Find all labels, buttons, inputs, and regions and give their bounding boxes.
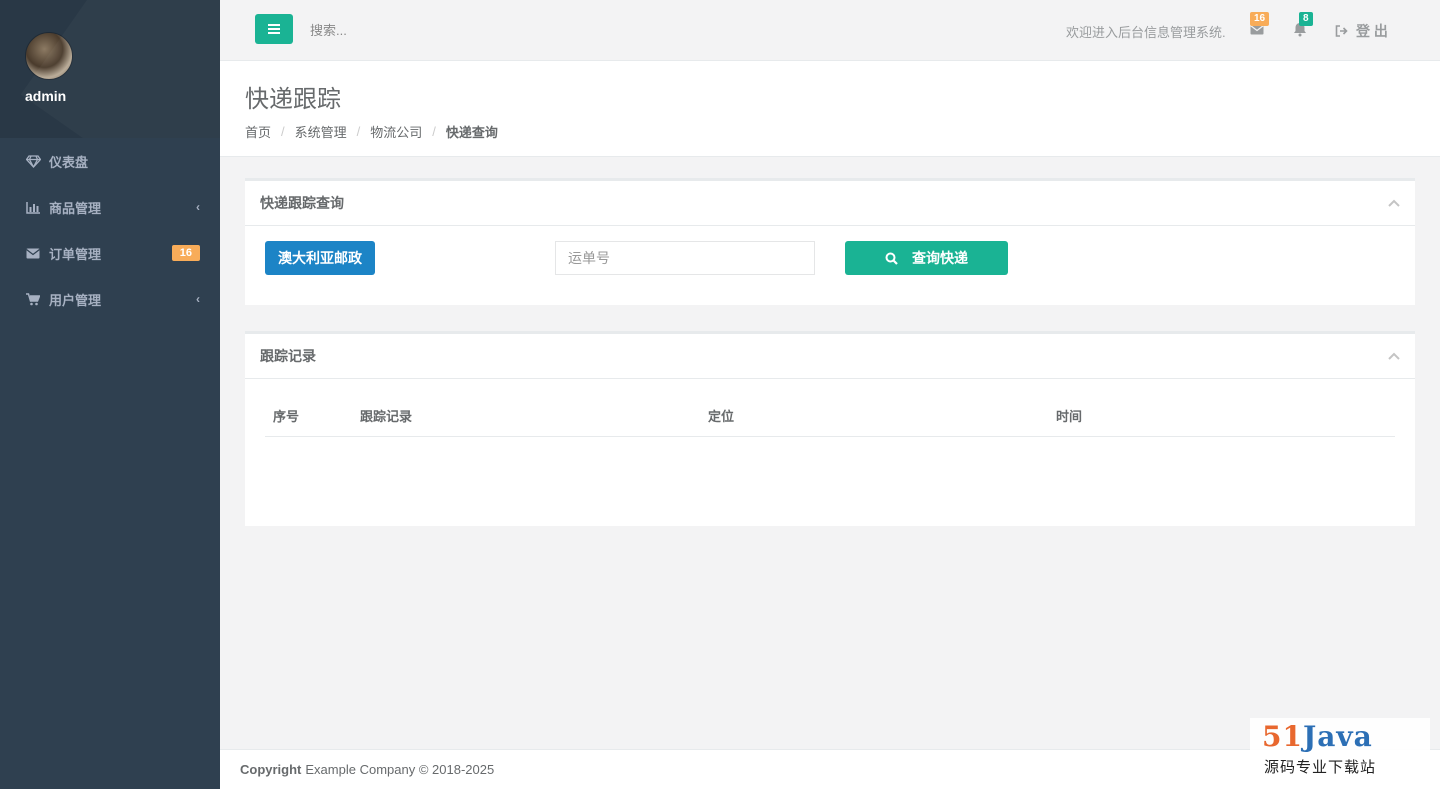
query-panel-body: 澳大利亚邮政 查询快递 xyxy=(245,226,1415,305)
sidebar-item-label: 订单管理 xyxy=(49,246,102,262)
notifications-count-badge: 8 xyxy=(1299,12,1313,26)
sidebar-item-orders[interactable]: 订单管理 16 xyxy=(0,230,220,276)
sign-out-icon xyxy=(1335,25,1348,37)
watermark-logo-word: Java xyxy=(1302,720,1373,753)
copyright-text: Example Company © 2018-2025 xyxy=(305,762,495,777)
welcome-message: 欢迎进入后台信息管理系统. xyxy=(1066,25,1226,40)
sidebar: admin 仪表盘 商品管理 ‹ 订单管理 16 用户管理 ‹ xyxy=(0,0,220,789)
query-panel-header: 快递跟踪查询 xyxy=(245,181,1415,226)
breadcrumb-separator: / xyxy=(432,124,436,139)
watermark-logo-number: 51 xyxy=(1262,720,1303,753)
query-panel: 快递跟踪查询 澳大利亚邮政 查询快递 xyxy=(245,178,1415,305)
table-header-row: 序号 跟踪记录 定位 时间 xyxy=(265,396,1395,437)
avatar[interactable] xyxy=(25,32,73,80)
records-panel-body: 序号 跟踪记录 定位 时间 xyxy=(245,379,1415,526)
watermark-logo: 51Java 源码专业下载站 xyxy=(1250,718,1430,780)
sidebar-item-label: 用户管理 xyxy=(49,292,102,308)
column-header-index[interactable]: 序号 xyxy=(265,396,352,437)
chevron-up-icon[interactable] xyxy=(1388,199,1400,207)
messages-count-badge: 16 xyxy=(1250,12,1270,26)
menu-toggle-button[interactable] xyxy=(255,14,293,44)
top-navbar: 欢迎进入后台信息管理系统. 16 8 登 出 xyxy=(220,0,1440,61)
sidebar-item-label: 商品管理 xyxy=(49,200,102,216)
chevron-up-icon[interactable] xyxy=(1388,352,1400,360)
bar-chart-icon xyxy=(25,199,41,215)
cart-icon xyxy=(25,291,41,307)
tracking-number-input[interactable] xyxy=(555,241,815,275)
query-button[interactable]: 查询快递 xyxy=(845,241,1008,275)
orders-count-badge: 16 xyxy=(171,245,200,261)
records-panel: 跟踪记录 序号 跟踪记录 定位 时间 xyxy=(245,331,1415,526)
profile-name[interactable]: admin xyxy=(25,88,220,104)
breadcrumb-home[interactable]: 首页 xyxy=(245,122,271,141)
search-icon xyxy=(885,252,898,265)
column-header-location[interactable]: 定位 xyxy=(700,396,1048,437)
sidebar-item-dashboard[interactable]: 仪表盘 xyxy=(0,138,220,184)
page-title: 快递跟踪 xyxy=(245,85,341,113)
records-panel-title: 跟踪记录 xyxy=(260,348,316,364)
watermark-logo-text: 51Java xyxy=(1262,720,1373,753)
sidebar-item-users[interactable]: 用户管理 ‹ xyxy=(0,276,220,322)
records-panel-header: 跟踪记录 xyxy=(245,334,1415,379)
sidebar-item-label: 仪表盘 xyxy=(49,154,89,170)
search-input[interactable] xyxy=(308,16,608,44)
query-panel-title: 快递跟踪查询 xyxy=(260,195,344,211)
breadcrumb-current: 快递查询 xyxy=(445,125,498,140)
envelope-icon xyxy=(25,245,41,261)
breadcrumb-logistics[interactable]: 物流公司 xyxy=(370,122,422,141)
copyright-label: Copyright xyxy=(240,762,302,777)
breadcrumb-separator: / xyxy=(281,124,285,139)
column-header-record[interactable]: 跟踪记录 xyxy=(352,396,700,437)
chevron-left-icon: ‹ xyxy=(196,292,200,306)
hamburger-icon xyxy=(268,24,280,34)
tracking-records-table: 序号 跟踪记录 定位 时间 xyxy=(265,396,1395,437)
chevron-left-icon: ‹ xyxy=(196,200,200,214)
diamond-icon xyxy=(25,153,41,169)
logout-label: 登 出 xyxy=(1356,23,1388,39)
watermark-subtitle: 源码专业下载站 xyxy=(1264,759,1377,776)
logout-button[interactable]: 登 出 xyxy=(1335,21,1388,41)
sidebar-item-products[interactable]: 商品管理 ‹ xyxy=(0,184,220,230)
breadcrumb-separator: / xyxy=(356,124,361,139)
breadcrumb: 首页 / 系统管理 / 物流公司 / 快递查询 xyxy=(245,122,1415,141)
query-button-label: 查询快递 xyxy=(912,250,968,266)
courier-company-button[interactable]: 澳大利亚邮政 xyxy=(265,241,375,275)
breadcrumb-system[interactable]: 系统管理 xyxy=(295,122,347,141)
profile-header: admin xyxy=(0,0,220,138)
column-header-time[interactable]: 时间 xyxy=(1048,396,1395,437)
page-heading: 快递跟踪 首页 / 系统管理 / 物流公司 / 快递查询 xyxy=(220,61,1440,157)
